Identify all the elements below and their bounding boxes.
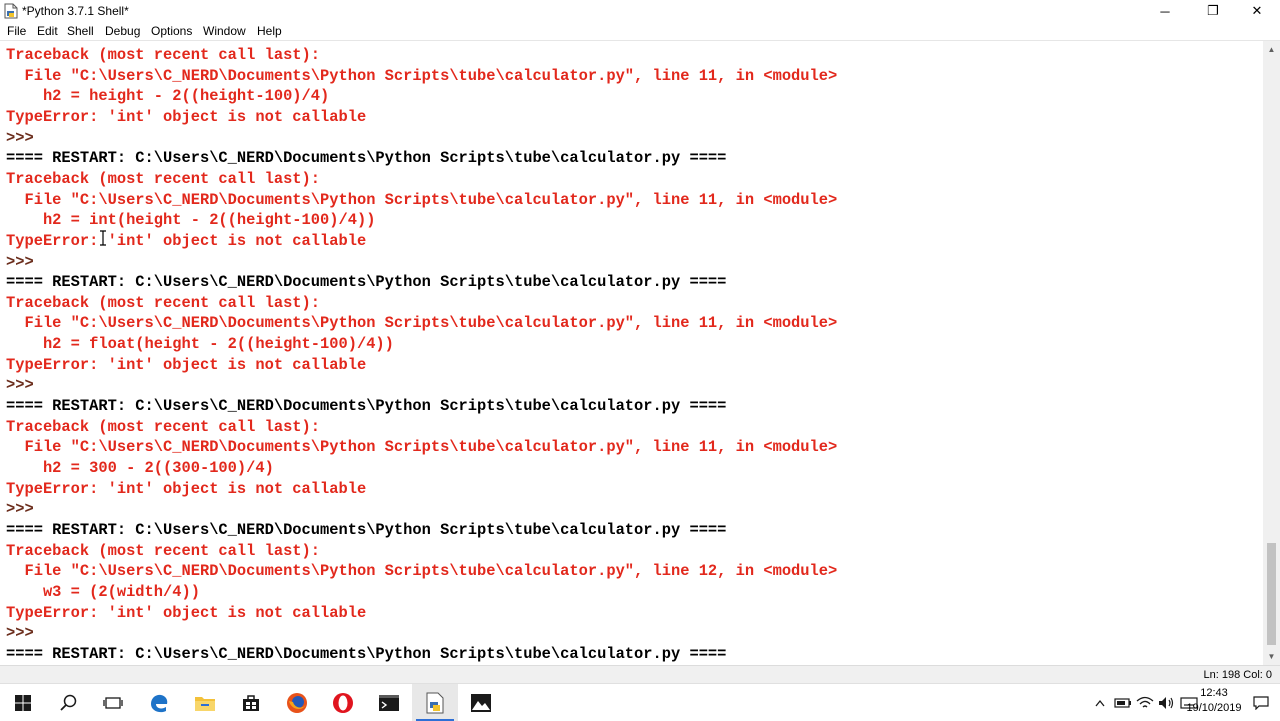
- minimize-button[interactable]: ─: [1142, 0, 1188, 22]
- menu-help[interactable]: Help: [257, 24, 282, 38]
- traceback-line: File "C:\Users\C_NERD\Documents\Python S…: [6, 562, 838, 581]
- menu-debug[interactable]: Debug: [105, 24, 140, 38]
- window-titlebar[interactable]: *Python 3.7.1 Shell* ─ ❐ ✕: [0, 0, 1280, 22]
- store-icon[interactable]: [228, 684, 274, 721]
- traceback-line: h2 = float(height - 2((height-100)/4)): [6, 335, 394, 354]
- prompt-line: >>>: [6, 252, 34, 271]
- scroll-up-icon[interactable]: ▲: [1263, 41, 1280, 58]
- traceback-line: h2 = int(height - 2((height-100)/4)): [6, 211, 376, 230]
- notification-icon[interactable]: [1246, 684, 1276, 721]
- traceback-line: File "C:\Users\C_NERD\Documents\Python S…: [6, 438, 838, 457]
- prompt-line: >>>: [6, 376, 34, 395]
- window-title: *Python 3.7.1 Shell*: [22, 4, 129, 18]
- clock-time: 12:43: [1200, 687, 1228, 699]
- idle-document-icon: [4, 3, 18, 19]
- menu-file[interactable]: File: [7, 24, 26, 38]
- traceback-line: Traceback (most recent call last):: [6, 169, 321, 188]
- restart-line: ==== RESTART: C:\Users\C_NERD\Documents\…: [6, 520, 727, 539]
- firefox-icon[interactable]: [274, 684, 320, 721]
- status-bar: Ln: 198 Col: 0: [0, 665, 1280, 684]
- traceback-line: File "C:\Users\C_NERD\Documents\Python S…: [6, 314, 838, 333]
- close-icon: ✕: [1251, 3, 1263, 18]
- clock-date: 19/10/2019: [1186, 702, 1242, 714]
- windows-start-icon[interactable]: [0, 684, 46, 721]
- menu-options[interactable]: Options: [151, 24, 192, 38]
- opera-icon[interactable]: [320, 684, 366, 721]
- prompt-line: >>>: [6, 500, 34, 519]
- terminal-icon[interactable]: [366, 684, 412, 721]
- traceback-line: Traceback (most recent call last):: [6, 293, 321, 312]
- restart-line: ==== RESTART: C:\Users\C_NERD\Documents\…: [6, 149, 727, 168]
- minimize-icon: ─: [1160, 3, 1170, 19]
- search-icon[interactable]: [46, 684, 92, 721]
- volume-icon[interactable]: [1156, 684, 1178, 721]
- vertical-scrollbar[interactable]: ▲ ▼: [1263, 41, 1280, 665]
- network-icon[interactable]: [1134, 684, 1156, 721]
- traceback-line: Traceback (most recent call last):: [6, 417, 321, 436]
- scrollbar-thumb[interactable]: [1267, 543, 1276, 645]
- cursor-position: Ln: 198 Col: 0: [1203, 669, 1273, 681]
- traceback-line: Traceback (most recent call last):: [6, 541, 321, 560]
- menu-bar: File Edit Shell Debug Options Window Hel…: [0, 22, 1280, 41]
- task-view-icon[interactable]: [90, 684, 136, 721]
- taskbar: 12:43 19/10/2019: [0, 683, 1280, 721]
- chevron-up-icon[interactable]: [1090, 684, 1110, 721]
- traceback-line: TypeError: 'int' object is not callable: [6, 603, 367, 622]
- traceback-line: h2 = height - 2((height-100)/4): [6, 87, 330, 106]
- traceback-line: w3 = (2(width/4)): [6, 582, 200, 601]
- menu-window[interactable]: Window: [203, 24, 246, 38]
- restart-line: ==== RESTART: C:\Users\C_NERD\Documents\…: [6, 644, 727, 663]
- menu-shell[interactable]: Shell: [67, 24, 94, 38]
- traceback-line: TypeError: 'int' object is not callable: [6, 107, 367, 126]
- text-cursor-icon: [100, 230, 106, 246]
- restore-button[interactable]: ❐: [1190, 0, 1236, 22]
- traceback-line: TypeError: 'int' object is not callable: [6, 355, 367, 374]
- restart-line: ==== RESTART: C:\Users\C_NERD\Documents\…: [6, 397, 727, 416]
- traceback-line: File "C:\Users\C_NERD\Documents\Python S…: [6, 190, 838, 209]
- traceback-line: File "C:\Users\C_NERD\Documents\Python S…: [6, 66, 838, 85]
- menu-edit[interactable]: Edit: [37, 24, 58, 38]
- file-explorer-icon[interactable]: [182, 684, 228, 721]
- idle-python-icon[interactable]: [412, 684, 458, 721]
- edge-icon[interactable]: [136, 684, 182, 721]
- scroll-down-icon[interactable]: ▼: [1263, 648, 1280, 665]
- traceback-line: h2 = 300 - 2((300-100)/4): [6, 459, 274, 477]
- traceback-line: TypeError: 'int' object is not callable: [6, 231, 367, 250]
- clock[interactable]: 12:43 19/10/2019: [1184, 686, 1244, 716]
- close-button[interactable]: ✕: [1234, 0, 1280, 22]
- battery-icon[interactable]: [1112, 684, 1134, 721]
- restore-icon: ❐: [1207, 3, 1219, 18]
- photos-icon[interactable]: [458, 684, 504, 721]
- traceback-line: Traceback (most recent call last):: [6, 46, 321, 64]
- traceback-line: TypeError: 'int' object is not callable: [6, 479, 367, 498]
- shell-output[interactable]: Traceback (most recent call last): File …: [0, 41, 1263, 665]
- restart-line: ==== RESTART: C:\Users\C_NERD\Documents\…: [6, 273, 727, 292]
- prompt-line: >>>: [6, 624, 34, 643]
- prompt-line: >>>: [6, 128, 34, 147]
